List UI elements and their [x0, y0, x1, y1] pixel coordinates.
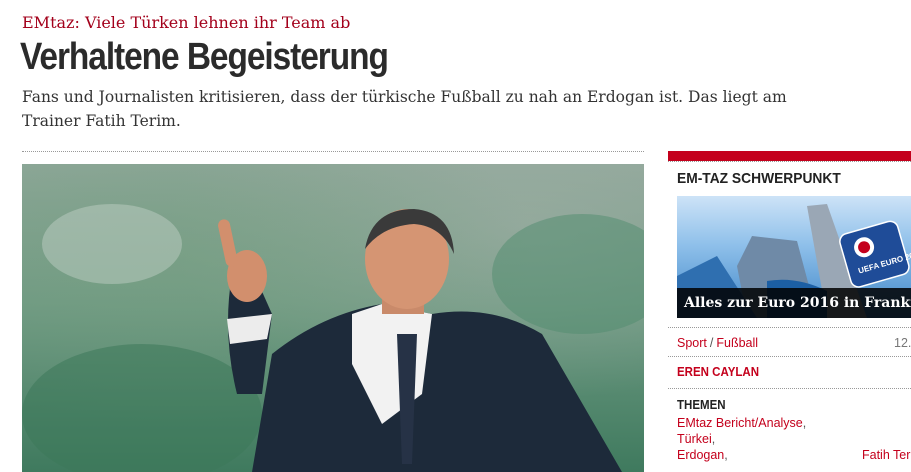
article-photo[interactable] — [22, 164, 644, 472]
tag-label: Türkei — [677, 432, 712, 446]
breadcrumb-section-link[interactable]: Sport — [677, 336, 707, 350]
tag-separator: , — [711, 432, 716, 446]
divider — [22, 151, 644, 152]
tag-label: Fatih Ter — [862, 448, 911, 462]
breadcrumb-separator: / — [709, 336, 714, 350]
tag-link[interactable]: Fatih Ter — [862, 448, 910, 462]
tag-separator: , — [724, 448, 728, 462]
divider — [668, 327, 911, 328]
article-lead: Fans und Journalisten kritisieren, dass … — [22, 88, 787, 130]
coach-pointing-photo-icon — [22, 204, 644, 472]
divider — [668, 388, 911, 389]
author-link[interactable]: EREN CAYLAN — [677, 365, 759, 379]
tag-separator: , — [802, 416, 807, 430]
breadcrumb: Sport / Fußball — [677, 336, 911, 350]
euro-2016-teaser[interactable]: UEFA EURO 2016 FRANCE Alles zur Euro 201… — [677, 196, 911, 318]
article-kicker-link[interactable]: EMtaz: Viele Türken lehnen ihr Team ab — [22, 13, 350, 32]
themen-heading: THEMEN — [677, 398, 726, 412]
tag-label: EMtaz Bericht/Analyse — [677, 416, 803, 430]
tag-link[interactable]: EMtaz Bericht/Analyse, — [677, 416, 806, 430]
article-headline: Verhaltene Begeisterung — [20, 36, 389, 78]
article-date: 12. — [894, 336, 911, 350]
tag-label: Erdogan — [677, 448, 725, 462]
sidebar-accent-bar — [668, 151, 911, 161]
tag-link[interactable]: Erdogan, — [677, 448, 728, 462]
divider — [668, 356, 911, 357]
tag-link[interactable]: Türkei, — [677, 432, 715, 446]
teaser-caption: Alles zur Euro 2016 in Frankreich — [677, 288, 911, 318]
breadcrumb-subsection-link[interactable]: Fußball — [716, 336, 758, 350]
divider — [668, 161, 911, 162]
sidebar-heading: EM-TAZ SCHWERPUNKT — [677, 170, 841, 187]
